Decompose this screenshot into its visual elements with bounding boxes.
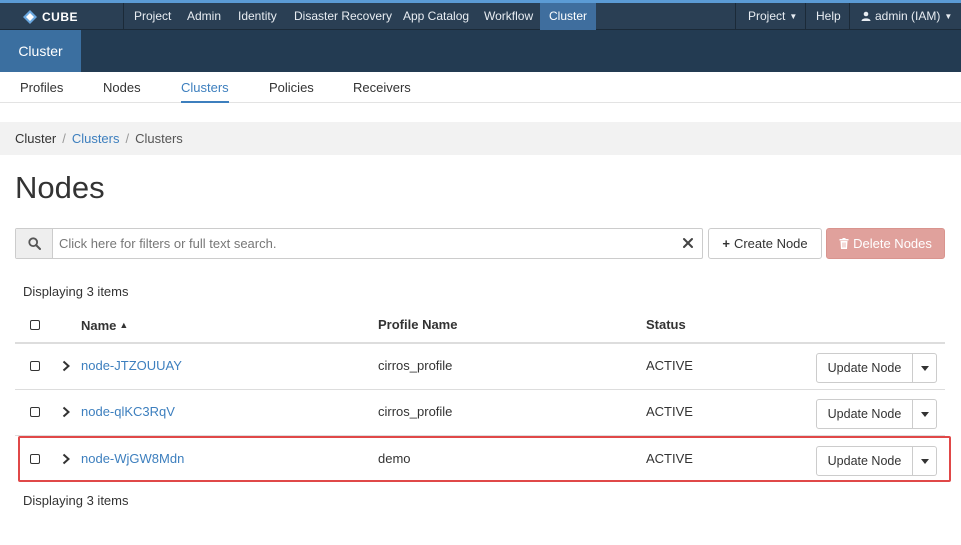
row-actions: Update Node xyxy=(816,353,937,383)
column-name-label: Name xyxy=(81,318,117,333)
dashboard-header: Cluster xyxy=(0,30,961,72)
nav-divider xyxy=(849,3,850,30)
breadcrumb-root: Cluster xyxy=(15,131,57,146)
row-checkbox[interactable] xyxy=(30,361,40,371)
dashboard-tab-cluster[interactable]: Cluster xyxy=(0,30,81,72)
caret-down-icon xyxy=(920,411,929,417)
nav-admin[interactable]: Admin xyxy=(178,3,230,30)
trash-icon xyxy=(839,238,849,249)
tab-profiles[interactable]: Profiles xyxy=(20,72,63,103)
update-node-button[interactable]: Update Node xyxy=(816,446,913,476)
cube-logo-icon xyxy=(23,9,37,24)
search-bar xyxy=(15,228,703,259)
update-node-button[interactable]: Update Node xyxy=(816,399,913,429)
project-menu[interactable]: Project ▼ xyxy=(739,3,806,30)
node-name-link[interactable]: node-JTZOUUAY xyxy=(81,358,182,373)
nav-disaster-recovery[interactable]: Disaster Recovery xyxy=(285,3,401,30)
breadcrumb-current: Clusters xyxy=(135,131,183,146)
table-row: node-qlKC3RqV cirros_profile ACTIVE Upda… xyxy=(15,390,945,436)
breadcrumb-separator: / xyxy=(125,131,130,146)
search-addon xyxy=(16,229,53,258)
column-header-status[interactable]: Status xyxy=(646,306,686,344)
table-row-highlighted: node-WjGW8Mdn demo ACTIVE Update Node xyxy=(18,436,951,482)
nav-identity[interactable]: Identity xyxy=(229,3,286,30)
table-header: Name ▲ Profile Name Status xyxy=(15,306,945,344)
row-actions: Update Node xyxy=(816,446,937,476)
breadcrumb-separator: / xyxy=(62,131,66,146)
user-menu[interactable]: admin (IAM) ▼ xyxy=(852,3,961,30)
brand-logo[interactable]: CUBE xyxy=(22,3,78,30)
tab-policies[interactable]: Policies xyxy=(269,72,314,103)
node-name-link[interactable]: node-qlKC3RqV xyxy=(81,404,175,419)
help-link[interactable]: Help xyxy=(807,3,850,30)
row-actions-dropdown[interactable] xyxy=(913,399,937,429)
breadcrumb-clusters-link[interactable]: Clusters xyxy=(72,131,120,146)
profile-name: cirros_profile xyxy=(378,358,453,373)
row-actions: Update Node xyxy=(816,399,937,429)
nav-divider xyxy=(805,3,806,30)
plus-icon: + xyxy=(722,236,730,251)
tab-receivers[interactable]: Receivers xyxy=(353,72,411,103)
caret-down-icon xyxy=(920,458,929,464)
nodes-table: Name ▲ Profile Name Status node-JTZOUUAY … xyxy=(15,306,951,482)
chevron-down-icon: ▼ xyxy=(789,12,798,21)
nav-project[interactable]: Project xyxy=(125,3,180,30)
nav-divider xyxy=(123,3,124,30)
page-title: Nodes xyxy=(15,170,105,205)
table-row: node-JTZOUUAY cirros_profile ACTIVE Upda… xyxy=(15,344,945,390)
nav-divider xyxy=(735,3,736,30)
top-navbar: CUBE Project Admin Identity Disaster Rec… xyxy=(0,3,961,30)
user-icon xyxy=(861,11,871,21)
search-icon xyxy=(27,237,41,250)
chevron-right-icon[interactable] xyxy=(61,360,71,372)
nav-workflow[interactable]: Workflow xyxy=(475,3,542,30)
nav-app-catalog[interactable]: App Catalog xyxy=(394,3,478,30)
column-header-profile[interactable]: Profile Name xyxy=(378,306,457,344)
select-all-checkbox[interactable] xyxy=(30,320,40,330)
sort-ascending-icon: ▲ xyxy=(119,320,129,330)
user-menu-label: admin (IAM) xyxy=(875,9,941,23)
create-node-label: Create Node xyxy=(733,236,808,251)
node-status: ACTIVE xyxy=(646,404,693,419)
row-checkbox[interactable] xyxy=(30,407,40,417)
tab-clusters[interactable]: Clusters xyxy=(181,72,229,103)
caret-down-icon xyxy=(920,365,929,371)
chevron-right-icon[interactable] xyxy=(61,406,71,418)
nav-cluster[interactable]: Cluster xyxy=(540,3,597,30)
node-name-link[interactable]: node-WjGW8Mdn xyxy=(81,451,184,466)
create-node-button[interactable]: + Create Node xyxy=(708,228,822,259)
panel-tabs: Profiles Nodes Clusters Policies Receive… xyxy=(0,72,961,103)
item-count-bottom: Displaying 3 items xyxy=(23,493,129,508)
update-node-button[interactable]: Update Node xyxy=(816,353,913,383)
delete-nodes-button[interactable]: Delete Nodes xyxy=(826,228,945,259)
breadcrumb: Cluster / Clusters / Clusters xyxy=(0,122,961,155)
delete-nodes-label: Delete Nodes xyxy=(853,236,932,251)
chevron-right-icon[interactable] xyxy=(61,453,71,465)
search-input[interactable] xyxy=(54,229,674,258)
tab-nodes[interactable]: Nodes xyxy=(103,72,141,103)
clear-search-icon[interactable] xyxy=(681,236,695,250)
item-count-top: Displaying 3 items xyxy=(23,284,129,299)
project-menu-label: Project xyxy=(748,9,786,23)
row-checkbox[interactable] xyxy=(30,454,40,464)
row-actions-dropdown[interactable] xyxy=(913,353,937,383)
row-actions-dropdown[interactable] xyxy=(913,446,937,476)
profile-name: cirros_profile xyxy=(378,404,453,419)
node-status: ACTIVE xyxy=(646,358,693,373)
node-status: ACTIVE xyxy=(646,451,693,466)
column-header-name[interactable]: Name ▲ xyxy=(81,306,128,344)
chevron-down-icon: ▼ xyxy=(944,12,953,21)
profile-name: demo xyxy=(378,451,411,466)
brand-name: CUBE xyxy=(42,9,79,24)
